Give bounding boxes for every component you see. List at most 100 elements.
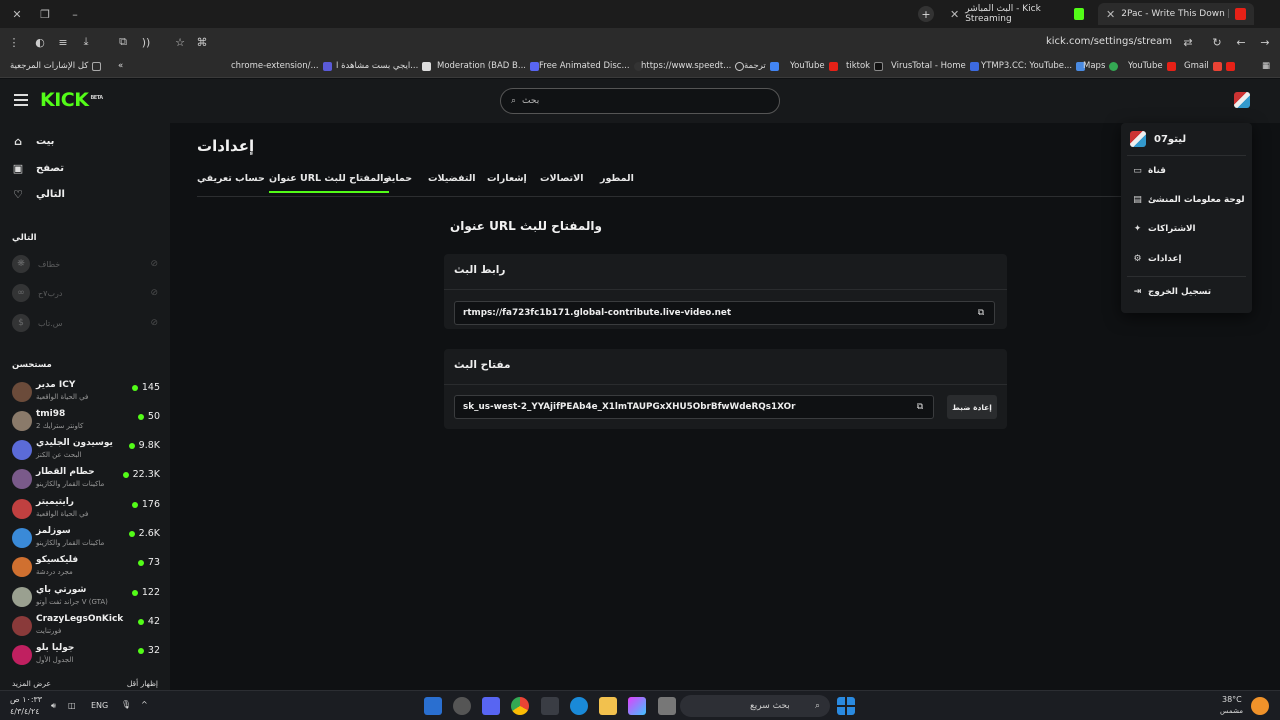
apps-grid-icon[interactable]: ▦	[1262, 61, 1270, 71]
menu-item-settings[interactable]: ⚙ إعدادات	[1133, 254, 1181, 264]
copy-icon[interactable]: ⧉	[915, 402, 925, 412]
kick-logo[interactable]: KICK BETA	[40, 89, 103, 111]
chevron-icon[interactable]: «	[118, 61, 123, 71]
app-icon[interactable]	[453, 697, 471, 715]
discord-icon[interactable]	[482, 697, 500, 715]
bookmark-item[interactable]: Maps	[1083, 61, 1119, 71]
chrome-icon[interactable]	[511, 697, 529, 715]
menu-item-subscriptions[interactable]: ✦ الاشتراكات	[1133, 224, 1196, 234]
bookmark-item[interactable]: YTMP3.CC: YouTube...	[981, 61, 1086, 71]
search-input[interactable]: ⌕ بحث	[500, 88, 780, 114]
menu-icon[interactable]	[14, 94, 28, 106]
tab-security[interactable]: حماية	[386, 173, 412, 184]
viewer-count: 176	[131, 499, 160, 510]
sun-icon[interactable]	[1251, 697, 1269, 715]
new-tab-button[interactable]: +	[918, 6, 934, 22]
volume-icon[interactable]: 🔊︎	[51, 701, 56, 711]
language-indicator[interactable]: ENG	[91, 701, 108, 710]
bookmark-item[interactable]: Moderation (BAD B...	[437, 61, 539, 71]
show-more-link[interactable]: عرض المزيد	[12, 679, 51, 688]
dropdown-user[interactable]: ليتو07	[1130, 131, 1186, 147]
edge-icon[interactable]	[570, 697, 588, 715]
bookmark-item[interactable]: chrome-extension/...	[231, 61, 332, 71]
recommended-item[interactable]: tmi98 كاونتر سترايك 2 50	[12, 407, 160, 435]
search-icon: ⌕	[814, 701, 820, 711]
download-icon[interactable]: ⤓	[78, 34, 94, 50]
gear-icon: ⚙	[1133, 254, 1142, 264]
more-menu-icon[interactable]: ⋮	[6, 34, 22, 50]
recommended-item[interactable]: حطام القطار ماكينات القمار والكازينو 22.…	[12, 465, 160, 493]
tab-preferences[interactable]: التفضيلات	[428, 173, 476, 184]
recommended-item[interactable]: يوسيدون الجليدي البحث عن الكنز 9.8K	[12, 436, 160, 464]
following-item[interactable]: $ س.تاب ⊘	[12, 312, 158, 334]
stream-url-field[interactable]: rtmps://fa723fc1b171.global-contribute.l…	[454, 301, 995, 325]
star-icon[interactable]: ☆	[172, 34, 188, 50]
minimize-window-icon[interactable]: –	[62, 4, 88, 24]
following-item[interactable]: ❋ خطاف ⊘	[12, 253, 158, 275]
user-avatar[interactable]	[1234, 92, 1250, 108]
bookmark-item[interactable]: Free Animated Disc...	[539, 61, 643, 71]
copy-icon[interactable]: ⧉	[976, 308, 986, 318]
live-dot-icon	[137, 559, 144, 566]
bookmark-item[interactable]: Gmail	[1184, 61, 1235, 71]
read-aloud-icon[interactable]: ))	[138, 34, 154, 50]
shield-app-icon[interactable]	[424, 697, 442, 715]
close-tab-icon[interactable]: ✕	[950, 8, 959, 21]
browser-tab-kick[interactable]: ✕ البث المباشر - Kick Streaming	[942, 3, 1092, 25]
menu-item-logout[interactable]: ⇥ تسجيل الخروج	[1133, 287, 1211, 297]
reset-key-button[interactable]: إعادة ضبط	[947, 395, 997, 419]
nav-home[interactable]: ⌂ بيت	[12, 135, 54, 148]
reading-list-icon[interactable]: ≡	[55, 34, 71, 50]
nav-following[interactable]: ♡ التالي	[12, 188, 65, 201]
profile-icon[interactable]: ◐	[32, 34, 48, 50]
close-tab-icon[interactable]: ✕	[1106, 8, 1115, 21]
browser-tab-youtube[interactable]: ✕ 2Pac - Write This Down | slowe	[1098, 3, 1254, 25]
recommended-item[interactable]: CrazyLegsOnKick فورتنايت 42	[12, 612, 160, 640]
stream-key-field[interactable]: sk_us-west-2_YYAjifPEAb4e_X1lmTAUPGxXHU5…	[454, 395, 934, 419]
nav-browse[interactable]: ▣ تصفح	[12, 162, 64, 175]
show-less-link[interactable]: إظهار أقل	[127, 679, 158, 688]
menu-item-dashboard[interactable]: ▤ لوحة معلومات المنشئ	[1133, 195, 1244, 205]
tab-profile[interactable]: حساب تعريفي	[197, 173, 265, 184]
tab-developer[interactable]: المطور	[600, 173, 634, 184]
following-item[interactable]: ∞ درب٧ح ⊘	[12, 282, 158, 304]
extensions-icon[interactable]: ⧉	[115, 34, 131, 50]
tab-stream-key[interactable]: عنوان URL والمفتاح للبث	[269, 173, 390, 193]
restore-window-icon[interactable]: ❐	[32, 4, 58, 24]
viewer-count: 73	[137, 557, 160, 568]
settings-main: إعدادات حساب تعريفي عنوان URL والمفتاح ل…	[170, 123, 1280, 690]
bookmark-item[interactable]: VirusTotal - Home	[891, 61, 979, 71]
bookmark-all[interactable]: كل الإشارات المرجعية	[10, 61, 102, 71]
translate-icon[interactable]: ⌘	[194, 34, 210, 50]
forward-icon[interactable]: →	[1257, 34, 1273, 50]
copilot-icon[interactable]	[628, 697, 646, 715]
recommended-item[interactable]: شورتي باي جراند ثفت أوتو V (GTA) 122	[12, 583, 160, 611]
mic-icon[interactable]: 🎙︎	[121, 700, 131, 709]
bookmark-item[interactable]: ايجي بست مشاهدة ا...	[336, 61, 432, 71]
task-view-icon[interactable]	[658, 697, 676, 715]
recommended-item[interactable]: مدير ICY في الحياة الواقعية 145	[12, 378, 160, 406]
bookmark-item[interactable]: ترجمة	[744, 61, 779, 71]
taskbar-search[interactable]: بحث سريع ⌕	[680, 695, 830, 717]
bookmark-item[interactable]: YouTube	[790, 61, 838, 71]
recommended-item[interactable]: فليكسيكو مجرد دردشة 73	[12, 553, 160, 581]
recommended-item[interactable]: جوليا بلو الجدول الأول 32	[12, 641, 160, 669]
url-field[interactable]: kick.com/settings/stream	[1046, 36, 1172, 47]
file-explorer-icon[interactable]	[599, 697, 617, 715]
network-icon[interactable]: ◫	[68, 701, 76, 710]
bookmark-item[interactable]: YouTube	[1128, 61, 1176, 71]
recommended-item[interactable]: سوزلمز ماكينات القمار والكازينو 2.6K	[12, 524, 160, 552]
close-window-icon[interactable]: ✕	[4, 4, 30, 24]
back-icon[interactable]: ←	[1233, 34, 1249, 50]
tab-connections[interactable]: الاتصالات	[540, 173, 583, 184]
tab-notifications[interactable]: إشعارات	[487, 173, 527, 184]
reload-icon[interactable]: ↻	[1209, 34, 1225, 50]
menu-item-channel[interactable]: ▭ قناة	[1133, 166, 1166, 176]
site-info-icon[interactable]: ⇄	[1180, 34, 1196, 50]
bookmark-item[interactable]: https://www.speedt...	[641, 61, 745, 71]
start-icon[interactable]	[837, 697, 855, 715]
chevron-up-icon[interactable]: ^	[141, 700, 148, 709]
recommended-item[interactable]: رايتيميتر في الحياة الواقعية 176	[12, 495, 160, 523]
store-icon[interactable]	[541, 697, 559, 715]
bookmark-item[interactable]: tiktok	[846, 61, 884, 71]
